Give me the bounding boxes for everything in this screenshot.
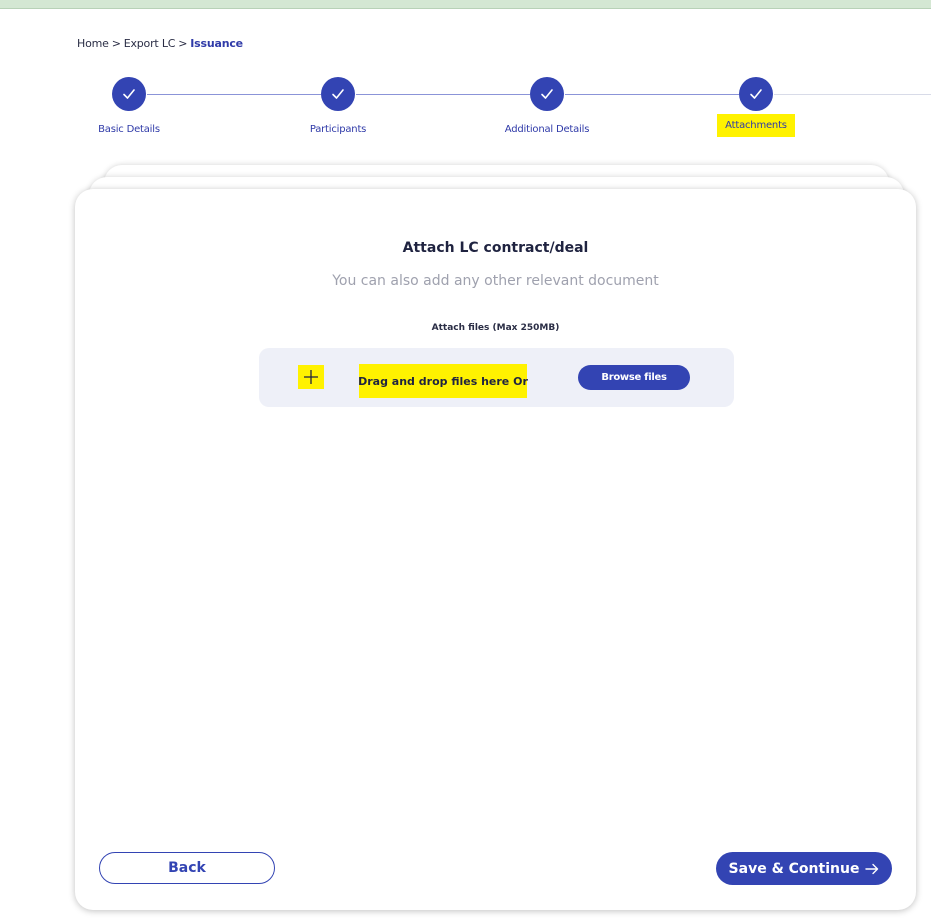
checkmark-icon [530,77,564,111]
drop-instruction-text: Drag and drop files here Or [358,364,528,398]
browse-files-button[interactable]: Browse files [578,365,690,390]
checkmark-icon [739,77,773,111]
breadcrumb-current: Issuance [190,37,243,50]
step-label: Participants [309,124,367,135]
attachments-card: Attach LC contract/deal You can also add… [75,189,916,910]
arrow-right-icon [865,863,879,874]
plus-icon[interactable] [298,365,324,389]
step-label: Basic Details [98,124,160,135]
attach-files-label: Attach files (Max 250MB) [431,323,560,333]
step-basic-details[interactable]: Basic Details [49,77,209,139]
step-attachments[interactable]: Attachments [676,77,836,137]
save-continue-label: Save & Continue [728,860,860,877]
breadcrumb-home[interactable]: Home [77,37,109,50]
breadcrumb-separator: > [178,37,188,50]
progress-stepper: Basic Details Participants Additional De… [0,77,931,147]
checkmark-icon [321,77,355,111]
step-participants[interactable]: Participants [258,77,418,139]
checkmark-icon [112,77,146,111]
step-additional-details[interactable]: Additional Details [467,77,627,139]
card-title: Attach LC contract/deal [402,240,589,256]
step-label: Attachments [717,114,795,137]
step-label: Additional Details [504,124,590,135]
top-bar [0,0,931,9]
card-subtitle: You can also add any other relevant docu… [332,273,659,289]
breadcrumb: Home > Export LC > Issuance [77,37,243,50]
breadcrumb-export-lc[interactable]: Export LC [124,37,176,50]
save-continue-button[interactable]: Save & Continue [716,852,892,885]
file-dropzone[interactable]: Drag and drop files here Or Browse files [259,348,734,407]
breadcrumb-separator: > [111,37,121,50]
back-button[interactable]: Back [99,852,275,884]
